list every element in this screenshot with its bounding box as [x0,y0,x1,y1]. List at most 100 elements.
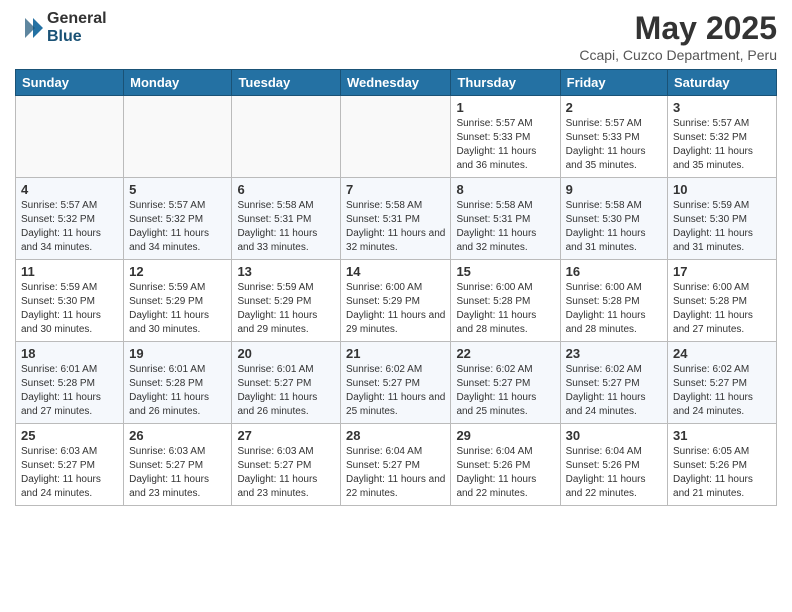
calendar-cell: 2Sunrise: 5:57 AM Sunset: 5:33 PM Daylig… [560,96,667,178]
day-info: Sunrise: 6:03 AM Sunset: 5:27 PM Dayligh… [21,445,118,501]
day-info: Sunrise: 5:59 AM Sunset: 5:30 PM Dayligh… [673,199,771,255]
day-info: Sunrise: 5:59 AM Sunset: 5:30 PM Dayligh… [21,281,118,337]
logo-general: General [47,10,107,28]
day-info: Sunrise: 6:04 AM Sunset: 5:26 PM Dayligh… [456,445,554,501]
day-info: Sunrise: 5:57 AM Sunset: 5:32 PM Dayligh… [673,117,771,173]
logo-icon [15,14,43,42]
weekday-header-sunday: Sunday [16,70,124,96]
calendar-cell: 20 Sunrise: 6:01 AM Sunset: 5:27 PM Dayli… [232,342,341,424]
day-info: Sunrise: 6:01 AM Sunset: 5:28 PM Dayligh… [129,363,226,419]
day-info: Sunrise: 6:01 AM Sunset: 5:27 PM Dayligh… [237,363,335,419]
calendar-cell: 1Sunrise: 5:57 AM Sunset: 5:33 PM Daylig… [451,96,560,178]
calendar-cell: 8Sunrise: 5:58 AM Sunset: 5:31 PM Daylig… [451,178,560,260]
calendar-cell: 18 Sunrise: 6:01 AM Sunset: 5:28 PM Dayli… [16,342,124,424]
weekday-header-wednesday: Wednesday [341,70,451,96]
calendar-cell: 21Sunrise: 6:02 AM Sunset: 5:27 PM Dayli… [341,342,451,424]
day-number: 16 [566,264,662,279]
location: Ccapi, Cuzco Department, Peru [579,47,777,63]
calendar-cell [341,96,451,178]
calendar-cell [124,96,232,178]
day-number: 13 [237,264,335,279]
calendar-cell: 3 Sunrise: 5:57 AM Sunset: 5:32 PM Daylig… [668,96,777,178]
day-info: Sunrise: 6:02 AM Sunset: 5:27 PM Dayligh… [456,363,554,419]
calendar-cell: 16Sunrise: 6:00 AM Sunset: 5:28 PM Dayli… [560,260,667,342]
day-number: 30 [566,428,662,443]
day-info: Sunrise: 6:04 AM Sunset: 5:26 PM Dayligh… [566,445,662,501]
day-number: 20 [237,346,335,361]
day-info: Sunrise: 6:00 AM Sunset: 5:28 PM Dayligh… [673,281,771,337]
calendar-cell: 4Sunrise: 5:57 AM Sunset: 5:32 PM Daylig… [16,178,124,260]
day-info: Sunrise: 5:57 AM Sunset: 5:32 PM Dayligh… [129,199,226,255]
day-number: 24 [673,346,771,361]
page: General Blue May 2025 Ccapi, Cuzco Depar… [0,0,792,612]
day-info: Sunrise: 5:58 AM Sunset: 5:30 PM Dayligh… [566,199,662,255]
week-row-5: 25 Sunrise: 6:03 AM Sunset: 5:27 PM Dayli… [16,424,777,506]
day-number: 25 [21,428,118,443]
day-number: 7 [346,182,445,197]
calendar-cell: 5 Sunrise: 5:57 AM Sunset: 5:32 PM Daylig… [124,178,232,260]
day-info: Sunrise: 5:58 AM Sunset: 5:31 PM Dayligh… [237,199,335,255]
logo: General Blue [15,10,107,45]
header: General Blue May 2025 Ccapi, Cuzco Depar… [15,10,777,63]
day-number: 22 [456,346,554,361]
day-number: 18 [21,346,118,361]
day-info: Sunrise: 5:57 AM Sunset: 5:32 PM Dayligh… [21,199,118,255]
calendar-cell: 22 Sunrise: 6:02 AM Sunset: 5:27 PM Dayli… [451,342,560,424]
day-info: Sunrise: 6:02 AM Sunset: 5:27 PM Dayligh… [673,363,771,419]
calendar-cell: 23 Sunrise: 6:02 AM Sunset: 5:27 PM Dayli… [560,342,667,424]
calendar-cell: 29 Sunrise: 6:04 AM Sunset: 5:26 PM Dayli… [451,424,560,506]
week-row-4: 18 Sunrise: 6:01 AM Sunset: 5:28 PM Dayli… [16,342,777,424]
day-info: Sunrise: 6:00 AM Sunset: 5:29 PM Dayligh… [346,281,445,337]
day-number: 27 [237,428,335,443]
calendar-cell [232,96,341,178]
day-number: 12 [129,264,226,279]
calendar-cell: 17 Sunrise: 6:00 AM Sunset: 5:28 PM Dayli… [668,260,777,342]
title-block: May 2025 Ccapi, Cuzco Department, Peru [579,10,777,63]
calendar-cell: 15Sunrise: 6:00 AM Sunset: 5:28 PM Dayli… [451,260,560,342]
day-info: Sunrise: 5:59 AM Sunset: 5:29 PM Dayligh… [129,281,226,337]
day-info: Sunrise: 6:01 AM Sunset: 5:28 PM Dayligh… [21,363,118,419]
week-row-2: 4Sunrise: 5:57 AM Sunset: 5:32 PM Daylig… [16,178,777,260]
day-info: Sunrise: 6:03 AM Sunset: 5:27 PM Dayligh… [129,445,226,501]
weekday-header-saturday: Saturday [668,70,777,96]
month-title: May 2025 [579,10,777,47]
week-row-1: 1Sunrise: 5:57 AM Sunset: 5:33 PM Daylig… [16,96,777,178]
calendar-cell: 25 Sunrise: 6:03 AM Sunset: 5:27 PM Dayli… [16,424,124,506]
logo-text: General Blue [47,10,107,45]
calendar-cell: 28 Sunrise: 6:04 AM Sunset: 5:27 PM Dayli… [341,424,451,506]
day-number: 23 [566,346,662,361]
calendar-cell: 27Sunrise: 6:03 AM Sunset: 5:27 PM Dayli… [232,424,341,506]
day-number: 5 [129,182,226,197]
day-number: 10 [673,182,771,197]
day-number: 17 [673,264,771,279]
calendar-cell: 11 Sunrise: 5:59 AM Sunset: 5:30 PM Dayli… [16,260,124,342]
day-number: 31 [673,428,771,443]
day-number: 2 [566,100,662,115]
day-number: 14 [346,264,445,279]
calendar-cell: 6Sunrise: 5:58 AM Sunset: 5:31 PM Daylig… [232,178,341,260]
day-info: Sunrise: 5:59 AM Sunset: 5:29 PM Dayligh… [237,281,335,337]
weekday-header-row: SundayMondayTuesdayWednesdayThursdayFrid… [16,70,777,96]
day-info: Sunrise: 5:58 AM Sunset: 5:31 PM Dayligh… [456,199,554,255]
calendar-cell [16,96,124,178]
day-number: 29 [456,428,554,443]
day-info: Sunrise: 5:57 AM Sunset: 5:33 PM Dayligh… [456,117,554,173]
calendar-cell: 19 Sunrise: 6:01 AM Sunset: 5:28 PM Dayli… [124,342,232,424]
day-info: Sunrise: 6:04 AM Sunset: 5:27 PM Dayligh… [346,445,445,501]
calendar-cell: 24 Sunrise: 6:02 AM Sunset: 5:27 PM Dayli… [668,342,777,424]
day-number: 9 [566,182,662,197]
calendar-cell: 12 Sunrise: 5:59 AM Sunset: 5:29 PM Dayli… [124,260,232,342]
day-number: 28 [346,428,445,443]
day-info: Sunrise: 6:02 AM Sunset: 5:27 PM Dayligh… [566,363,662,419]
day-number: 19 [129,346,226,361]
day-number: 3 [673,100,771,115]
calendar-cell: 14 Sunrise: 6:00 AM Sunset: 5:29 PM Dayli… [341,260,451,342]
calendar-cell: 9 Sunrise: 5:58 AM Sunset: 5:30 PM Daylig… [560,178,667,260]
calendar: SundayMondayTuesdayWednesdayThursdayFrid… [15,69,777,506]
day-number: 15 [456,264,554,279]
day-number: 11 [21,264,118,279]
week-row-3: 11 Sunrise: 5:59 AM Sunset: 5:30 PM Dayli… [16,260,777,342]
calendar-cell: 13 Sunrise: 5:59 AM Sunset: 5:29 PM Dayli… [232,260,341,342]
day-info: Sunrise: 6:02 AM Sunset: 5:27 PM Dayligh… [346,363,445,419]
day-info: Sunrise: 5:58 AM Sunset: 5:31 PM Dayligh… [346,199,445,255]
